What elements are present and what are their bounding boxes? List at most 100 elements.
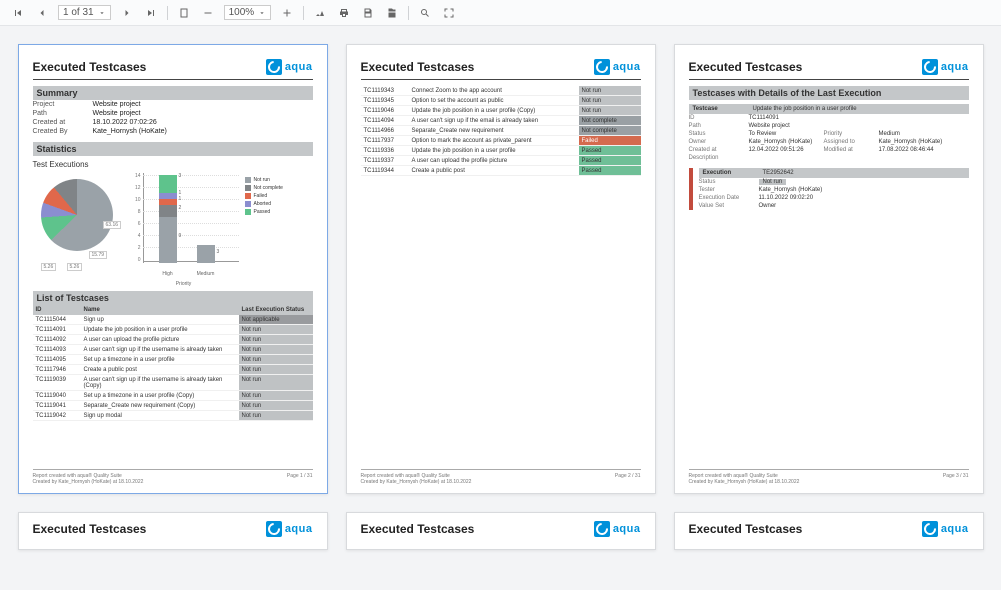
aqua-logo-icon — [922, 59, 938, 75]
table-row: TC1119343Connect Zoom to the app account… — [361, 86, 641, 96]
zoom-in-button[interactable] — [279, 5, 295, 21]
section-summary: Summary — [33, 86, 313, 100]
last-page-button[interactable] — [143, 5, 159, 21]
zoom-out-button[interactable] — [200, 5, 216, 21]
highlight-button[interactable] — [312, 5, 328, 21]
exec-row: TesterKate_Hornysh (HoKate) — [699, 186, 969, 194]
aqua-logo-icon — [594, 59, 610, 75]
table-row: TC1117937Option to mark the account as p… — [361, 136, 641, 146]
aqua-logo-text: aqua — [285, 61, 313, 73]
page-indicator[interactable]: 1 of 31 — [58, 5, 111, 20]
aqua-logo: aqua — [594, 59, 641, 75]
search-button[interactable] — [417, 5, 433, 21]
report-viewer: Executed Testcases aqua Summary ProjectW… — [0, 26, 1001, 590]
detail-row: IDTC1114091 — [689, 114, 969, 122]
legend-item: Not run — [245, 177, 305, 183]
print-button[interactable] — [336, 5, 352, 21]
save-button[interactable] — [360, 5, 376, 21]
charts-area: 15.79 5.26 5.26 63.16 14 12 10 8 6 4 2 0 — [33, 173, 313, 283]
table-row: TC1119344Create a public postPassed — [361, 166, 641, 176]
fullscreen-button[interactable] — [441, 5, 457, 21]
page-title: Executed Testcases — [361, 60, 475, 74]
section-statistics: Statistics — [33, 142, 313, 156]
table-row: TC1119039A user can't sign up if the use… — [33, 375, 313, 391]
summary-row: Created ByKate_Hornysh (HoKate) — [33, 127, 313, 136]
aqua-logo: aqua — [266, 521, 313, 537]
table-row: TC1119337A user can upload the profile p… — [361, 156, 641, 166]
legend-item: Not complete — [245, 185, 305, 191]
separator — [167, 6, 168, 20]
table-row: TC1119040Set up a timezone in a user pro… — [33, 391, 313, 401]
pie-chart: 15.79 5.26 5.26 63.16 — [33, 173, 123, 283]
table-row: TC1114094A user can't sign up if the ema… — [361, 116, 641, 126]
prev-page-button[interactable] — [34, 5, 50, 21]
testcases-table: ID Name Last Execution Status TC1115044S… — [33, 305, 313, 421]
aqua-logo-text: aqua — [613, 61, 641, 73]
page-title: Executed Testcases — [33, 60, 147, 74]
page-title: Executed Testcases — [689, 60, 803, 74]
exec-row: StatusNot run — [699, 178, 969, 186]
table-row: TC1115044Sign upNot applicable — [33, 315, 313, 325]
execution-block: Execution TE2952642 StatusNot runTesterK… — [689, 168, 969, 210]
separator — [408, 6, 409, 20]
page-title: Executed Testcases — [33, 522, 147, 536]
table-row: TC1119345Option to set the account as pu… — [361, 96, 641, 106]
single-page-view-button[interactable] — [176, 5, 192, 21]
page-title: Executed Testcases — [361, 522, 475, 536]
table-row: TC1119046Update the job position in a us… — [361, 106, 641, 116]
report-page-5[interactable]: Executed Testcases aqua — [346, 512, 656, 550]
testcases-table-cont: TC1119343Connect Zoom to the app account… — [361, 86, 641, 176]
detail-row: OwnerKate_Hornysh (HoKate)Assigned toKat… — [689, 138, 969, 146]
report-page-1[interactable]: Executed Testcases aqua Summary ProjectW… — [18, 44, 328, 494]
page-footer: Report created with aqua® Quality Suite … — [361, 469, 641, 485]
aqua-logo-text: aqua — [941, 61, 969, 73]
first-page-button[interactable] — [10, 5, 26, 21]
next-page-button[interactable] — [119, 5, 135, 21]
testcase-band: Testcase Update the job position in a us… — [689, 104, 969, 114]
report-page-6[interactable]: Executed Testcases aqua — [674, 512, 984, 550]
aqua-logo-icon — [266, 59, 282, 75]
bar-medium — [197, 245, 215, 263]
bar-high — [159, 175, 177, 263]
exec-row: Value SetOwner — [699, 202, 969, 210]
detail-row: StatusTo ReviewPriorityMedium — [689, 130, 969, 138]
table-row: TC1119042Sign up modalNot run — [33, 411, 313, 421]
aqua-logo: aqua — [922, 59, 969, 75]
legend-item: Aborted — [245, 201, 305, 207]
bar-chart: 14 12 10 8 6 4 2 0 3 1 — [129, 173, 239, 283]
detail-row: Description — [689, 154, 969, 162]
summary-row: Created at18.10.2022 07:02:26 — [33, 118, 313, 127]
chart-legend: Not run Not complete Failed Aborted Passed — [245, 173, 305, 283]
exec-row: Execution Date11.10.2022 09:02:20 — [699, 194, 969, 202]
table-row: TC1114093A user can't sign up if the use… — [33, 345, 313, 355]
legend-item: Passed — [245, 209, 305, 215]
detail-row: PathWebsite project — [689, 122, 969, 130]
table-row: TC1114091Update the job position in a us… — [33, 325, 313, 335]
report-page-3[interactable]: Executed Testcases aqua Testcases with D… — [674, 44, 984, 494]
export-button[interactable] — [384, 5, 400, 21]
summary-row: PathWebsite project — [33, 109, 313, 118]
separator — [303, 6, 304, 20]
table-row: TC1114095Set up a timezone in a user pro… — [33, 355, 313, 365]
table-row: TC1119336Update the job position in a us… — [361, 146, 641, 156]
legend-item: Failed — [245, 193, 305, 199]
table-row: TC1119041Separate_Create new requirement… — [33, 401, 313, 411]
table-row: TC1114092A user can upload the profile p… — [33, 335, 313, 345]
table-row: TC1117946Create a public postNot run — [33, 365, 313, 375]
aqua-logo: aqua — [266, 59, 313, 75]
aqua-logo: aqua — [922, 521, 969, 537]
aqua-logo: aqua — [594, 521, 641, 537]
report-page-2[interactable]: Executed Testcases aqua TC1119343Connect… — [346, 44, 656, 494]
table-row: TC1114966Separate_Create new requirement… — [361, 126, 641, 136]
page-footer: Report created with aqua® Quality Suite … — [33, 469, 313, 485]
zoom-indicator[interactable]: 100% — [224, 5, 272, 20]
page-footer: Report created with aqua® Quality Suite … — [689, 469, 969, 485]
summary-row: ProjectWebsite project — [33, 100, 313, 109]
section-details: Testcases with Details of the Last Execu… — [689, 86, 969, 100]
section-test-executions: Test Executions — [33, 160, 313, 169]
section-list: List of Testcases — [33, 291, 313, 305]
page-title: Executed Testcases — [689, 522, 803, 536]
report-toolbar: 1 of 31 100% — [0, 0, 1001, 26]
detail-row: Created at12.04.2022 09:51:26Modified at… — [689, 146, 969, 154]
report-page-4[interactable]: Executed Testcases aqua — [18, 512, 328, 550]
